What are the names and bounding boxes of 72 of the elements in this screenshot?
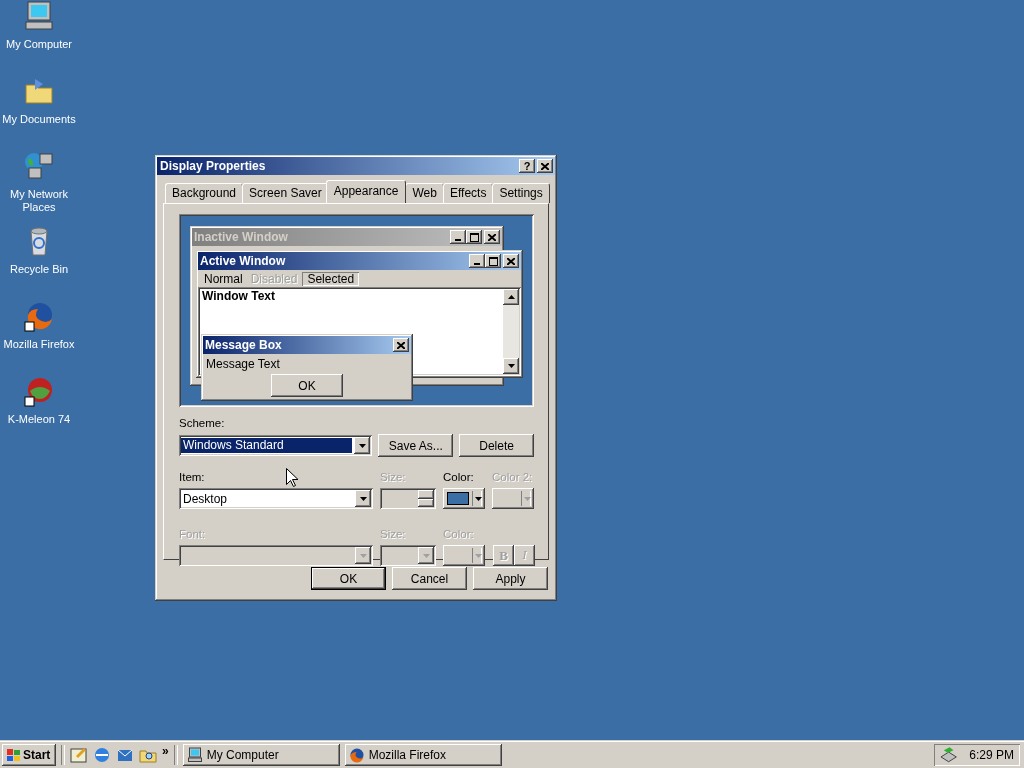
scroll-up-icon[interactable] xyxy=(503,289,519,305)
menu-item[interactable]: Selected xyxy=(302,272,360,286)
maximize-icon xyxy=(485,254,501,268)
apply-button[interactable]: Apply xyxy=(473,567,548,590)
start-button[interactable]: Start xyxy=(2,744,56,766)
desktop-icon[interactable] xyxy=(70,746,88,764)
icon-label: My Network Places xyxy=(8,188,70,214)
tab[interactable]: Screen Saver xyxy=(242,183,329,203)
clock: 6:29 PM xyxy=(969,748,1014,762)
cursor-icon xyxy=(286,468,298,487)
scroll-down-icon[interactable] xyxy=(503,358,519,374)
caret-icon[interactable] xyxy=(355,547,371,564)
computer-icon xyxy=(186,747,203,763)
field-label: Scheme: xyxy=(179,417,225,430)
icon-label: My Computer xyxy=(6,38,72,51)
icon-label: Recycle Bin xyxy=(9,263,69,276)
window-title: Display Properties xyxy=(160,159,267,173)
computer-icon[interactable] xyxy=(23,0,55,32)
help-button[interactable]: ? xyxy=(519,159,535,173)
window-title: Inactive Window xyxy=(194,230,289,244)
close-icon xyxy=(541,162,549,170)
windows-flag-icon xyxy=(5,748,21,762)
caret-icon[interactable] xyxy=(418,547,434,564)
window-title: Message Box xyxy=(205,338,283,352)
delete-button[interactable]: Delete xyxy=(459,434,534,457)
taskbar-button[interactable]: My Computer xyxy=(182,744,340,766)
caret-icon[interactable] xyxy=(355,490,371,507)
close-button[interactable] xyxy=(537,159,553,173)
tab[interactable]: Effects xyxy=(442,183,494,203)
network-icon[interactable] xyxy=(940,747,958,763)
ok-button[interactable]: OK xyxy=(271,374,343,397)
fox-globe-icon[interactable] xyxy=(23,300,55,332)
tab[interactable]: Settings xyxy=(492,183,550,203)
field-label: Item: xyxy=(179,471,205,484)
window-title: Active Window xyxy=(200,254,287,268)
close-icon xyxy=(503,254,519,268)
chameleon-icon[interactable] xyxy=(23,375,55,407)
size-spinner[interactable] xyxy=(380,488,436,509)
icon-label: My Documents xyxy=(2,113,76,126)
fox-globe-icon xyxy=(348,747,365,763)
color-picker[interactable] xyxy=(492,488,534,509)
window-text: Window Text xyxy=(201,288,276,304)
minimize-icon xyxy=(450,230,466,244)
caret-icon xyxy=(472,491,482,506)
tab[interactable]: Background xyxy=(165,183,244,203)
globe-icon[interactable] xyxy=(93,746,111,764)
icon-label: Mozilla Firefox xyxy=(3,338,75,351)
caret-icon xyxy=(472,548,482,563)
field-label: Color: xyxy=(443,471,474,484)
close-icon xyxy=(393,338,409,352)
close-icon xyxy=(484,230,500,244)
cancel-button[interactable]: Cancel xyxy=(392,567,467,590)
ok-button[interactable]: OK xyxy=(311,567,386,590)
icon-label: K-Meleon 74 xyxy=(7,413,71,426)
color-picker[interactable] xyxy=(443,545,485,566)
scheme-dropdown[interactable]: Windows Standard xyxy=(179,435,373,456)
caret-icon[interactable] xyxy=(354,437,371,454)
caret-icon xyxy=(521,491,531,506)
save-as-button[interactable]: Save As... xyxy=(378,434,454,457)
menu-item[interactable]: Normal xyxy=(201,272,246,286)
minimize-icon xyxy=(469,254,485,268)
network-icon[interactable] xyxy=(23,150,55,182)
font-dropdown[interactable] xyxy=(179,545,373,566)
item-dropdown[interactable]: Desktop xyxy=(179,488,373,509)
size-dropdown[interactable] xyxy=(380,545,436,566)
tab[interactable]: Appearance xyxy=(325,180,407,203)
message-text: Message Text xyxy=(205,356,281,373)
more-chevron[interactable]: » xyxy=(162,744,169,758)
taskbar-button[interactable]: Mozilla Firefox xyxy=(344,744,502,766)
maximize-icon xyxy=(466,230,482,244)
scrollbar[interactable] xyxy=(503,289,519,374)
color-picker[interactable] xyxy=(443,488,485,509)
